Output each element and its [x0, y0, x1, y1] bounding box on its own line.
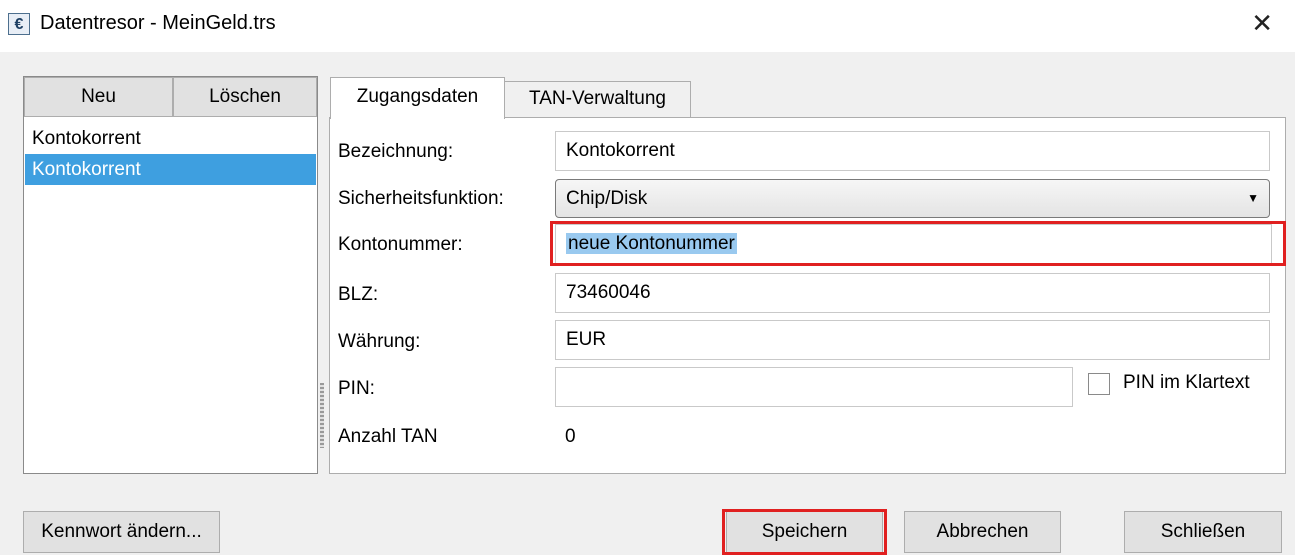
tab-tan-verwaltung[interactable]: TAN-Verwaltung — [504, 81, 691, 117]
cancel-button[interactable]: Abbrechen — [904, 511, 1061, 553]
blz-label: BLZ: — [338, 284, 379, 305]
pin-field[interactable] — [555, 367, 1073, 407]
new-button[interactable]: Neu — [24, 77, 173, 117]
tab-zugangsdaten[interactable]: Zugangsdaten — [330, 77, 505, 119]
pin-klartext-label: PIN im Klartext — [1123, 372, 1250, 393]
list-item[interactable]: Kontokorrent — [25, 123, 316, 154]
bezeichnung-label: Bezeichnung: — [338, 141, 454, 162]
title-bar: € Datentresor - MeinGeld.trs ✕ — [0, 0, 1295, 52]
kontonummer-value: neue Kontonummer — [566, 233, 737, 254]
chevron-down-icon: ▼ — [1247, 191, 1259, 205]
pin-klartext-checkbox[interactable] — [1088, 373, 1110, 395]
kontonummer-label: Kontonummer: — [338, 234, 463, 255]
window-title: Datentresor - MeinGeld.trs — [40, 12, 276, 34]
waehrung-label: Währung: — [338, 331, 421, 352]
waehrung-field[interactable]: EUR — [555, 320, 1270, 360]
blz-field[interactable]: 73460046 — [555, 273, 1270, 313]
bezeichnung-field[interactable]: Kontokorrent — [555, 131, 1270, 171]
list-item-selected[interactable]: Kontokorrent — [25, 154, 316, 185]
anzahl-tan-value: 0 — [565, 426, 576, 447]
sicherheitsfunktion-value: Chip/Disk — [566, 188, 648, 209]
close-icon[interactable]: ✕ — [1251, 8, 1273, 39]
sicherheitsfunktion-select[interactable]: Chip/Disk ▼ — [555, 179, 1270, 218]
splitter-handle[interactable] — [320, 383, 324, 448]
euro-icon: € — [8, 13, 30, 35]
sicherheitsfunktion-label: Sicherheitsfunktion: — [338, 188, 504, 209]
change-password-button[interactable]: Kennwort ändern... — [23, 511, 220, 553]
delete-button[interactable]: Löschen — [173, 77, 317, 117]
kontonummer-field[interactable]: neue Kontonummer — [555, 224, 1272, 264]
anzahl-tan-label: Anzahl TAN — [338, 426, 438, 447]
close-button[interactable]: Schließen — [1124, 511, 1282, 553]
save-button[interactable]: Speichern — [726, 511, 883, 553]
account-list-panel: Neu Löschen Kontokorrent Kontokorrent — [23, 76, 318, 474]
pin-label: PIN: — [338, 378, 375, 399]
